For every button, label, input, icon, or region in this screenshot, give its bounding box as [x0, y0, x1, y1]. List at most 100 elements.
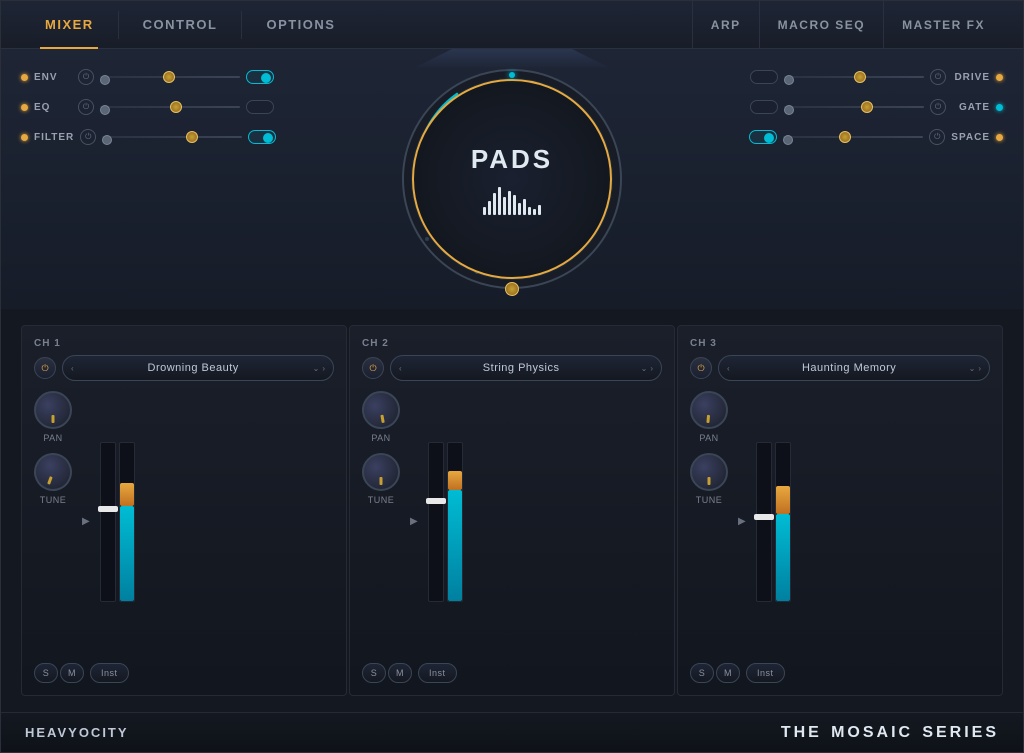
- ch1-meter-bar: [119, 442, 135, 602]
- gate-power-btn[interactable]: ⏻: [930, 99, 946, 115]
- space-slider[interactable]: [783, 136, 923, 138]
- env-row: ENV ⏻: [21, 69, 276, 85]
- ch2-body: PAN TUNE ▶: [362, 391, 662, 653]
- ch2-pan-knob[interactable]: [359, 388, 403, 432]
- env-slider-knob[interactable]: [163, 71, 175, 83]
- ch3-tune-knob[interactable]: [690, 453, 728, 491]
- ch1-prev-arrow[interactable]: ‹: [71, 364, 74, 373]
- drive-led: [996, 74, 1003, 81]
- nav-item-options[interactable]: OPTIONS: [242, 1, 359, 49]
- drive-toggle-left[interactable]: [750, 70, 778, 84]
- ch2-power-btn[interactable]: ⏻: [362, 357, 384, 379]
- ch1-pan-label: PAN: [43, 433, 62, 443]
- ch3-fader-handle[interactable]: [754, 514, 774, 520]
- ch1-preset-name: Drowning Beauty: [148, 362, 239, 374]
- filter-power-btn[interactable]: ⏻: [80, 129, 96, 145]
- ch1-tune-wrap: TUNE: [34, 453, 72, 505]
- eq-power-btn[interactable]: ⏻: [78, 99, 94, 115]
- filter-slider[interactable]: [102, 136, 242, 138]
- filter-row: FILTER ⏻: [21, 129, 276, 145]
- ch3-power-btn[interactable]: ⏻: [690, 357, 712, 379]
- ch1-meter-amber: [120, 483, 134, 507]
- ch3-inst-btn[interactable]: Inst: [746, 663, 785, 683]
- ch1-play-btn[interactable]: ▶: [82, 516, 94, 528]
- ch1-fader-handle[interactable]: [98, 506, 118, 512]
- mosaic-logo: THE MOSAIC SERIES: [781, 724, 999, 742]
- gate-led: [996, 104, 1003, 111]
- ch2-tune-wrap: TUNE: [362, 453, 400, 505]
- drive-power-btn[interactable]: ⏻: [930, 69, 946, 85]
- space-toggle-left[interactable]: [749, 130, 777, 144]
- ch3-knob-section: PAN TUNE: [690, 391, 728, 653]
- filter-slider-knob[interactable]: [186, 131, 198, 143]
- space-slider-knob[interactable]: [839, 131, 851, 143]
- nav-item-master-fx[interactable]: MASTER FX: [883, 1, 1003, 49]
- ch1-preset-selector[interactable]: ‹ Drowning Beauty ⌄ ›: [62, 355, 334, 381]
- gate-toggle-left[interactable]: [750, 100, 778, 114]
- ch3-preset-selector[interactable]: ‹ Haunting Memory ⌄ ›: [718, 355, 990, 381]
- ch1-mute-btn[interactable]: M: [60, 663, 84, 683]
- eq-label: EQ: [34, 102, 72, 113]
- env-toggle[interactable]: [246, 70, 274, 84]
- nav-item-mixer[interactable]: MIXER: [21, 1, 118, 49]
- env-power-btn[interactable]: ⏻: [78, 69, 94, 85]
- ch3-dropdown-arrow[interactable]: ⌄: [969, 364, 976, 373]
- ch2-header: CH 2 ⏻ ‹ String Physics ⌄ ›: [362, 338, 662, 381]
- ch2-next-arrow[interactable]: ›: [650, 364, 653, 373]
- ch1-fader-section: ▶: [82, 391, 334, 653]
- ch3-meter-bar: [775, 442, 791, 602]
- ch2-tune-label: TUNE: [368, 495, 395, 505]
- ch2-pan-label: PAN: [371, 433, 390, 443]
- top-nav: MIXER CONTROL OPTIONS ARP MACRO SEQ MAST…: [1, 1, 1023, 49]
- ch3-pan-wrap: PAN: [690, 391, 728, 443]
- ch2-prev-arrow[interactable]: ‹: [399, 364, 402, 373]
- filter-toggle[interactable]: [248, 130, 276, 144]
- ch3-fader-track[interactable]: [756, 442, 772, 602]
- space-led: [996, 134, 1003, 141]
- ch2-mute-btn[interactable]: M: [388, 663, 412, 683]
- ch2-preset-selector[interactable]: ‹ String Physics ⌄ ›: [390, 355, 662, 381]
- drive-slider[interactable]: [784, 76, 924, 78]
- ch2-meter-bar: [447, 442, 463, 602]
- gate-slider[interactable]: [784, 106, 924, 108]
- ch3-pan-knob[interactable]: [688, 389, 729, 430]
- right-controls: ⏻ DRIVE ⏻ GATE: [749, 69, 1003, 145]
- ch1-fader-track[interactable]: [100, 442, 116, 602]
- ch2-solo-btn[interactable]: S: [362, 663, 386, 683]
- space-label: SPACE: [951, 132, 990, 143]
- ch1-solo-btn[interactable]: S: [34, 663, 58, 683]
- ch3-next-arrow[interactable]: ›: [978, 364, 981, 373]
- ch1-dropdown-arrow[interactable]: ⌄: [313, 364, 320, 373]
- eq-slider[interactable]: [100, 106, 240, 108]
- ch1-pan-knob[interactable]: [34, 391, 72, 429]
- bottom-knob[interactable]: [505, 282, 519, 296]
- ch2-play-btn[interactable]: ▶: [410, 516, 422, 528]
- ch3-mute-btn[interactable]: M: [716, 663, 740, 683]
- env-slider[interactable]: [100, 76, 240, 78]
- filter-label: FILTER: [34, 132, 74, 143]
- ch3-tune-label: TUNE: [696, 495, 723, 505]
- nav-item-macro-seq[interactable]: MACRO SEQ: [759, 1, 884, 49]
- ch1-tune-knob[interactable]: [29, 448, 78, 497]
- drive-slider-knob[interactable]: [854, 71, 866, 83]
- ch2-inst-btn[interactable]: Inst: [418, 663, 457, 683]
- eq-toggle[interactable]: [246, 100, 274, 114]
- ch3-play-btn[interactable]: ▶: [738, 516, 750, 528]
- gate-slider-knob[interactable]: [861, 101, 873, 113]
- ch2-meter-cyan: [448, 490, 462, 601]
- ch2-dropdown-arrow[interactable]: ⌄: [641, 364, 648, 373]
- eq-slider-knob[interactable]: [170, 101, 182, 113]
- ch3-prev-arrow[interactable]: ‹: [727, 364, 730, 373]
- filter-led: [21, 134, 28, 141]
- ch1-next-arrow[interactable]: ›: [322, 364, 325, 373]
- ch1-inst-btn[interactable]: Inst: [90, 663, 129, 683]
- ch2-fader-track[interactable]: [428, 442, 444, 602]
- nav-item-arp[interactable]: ARP: [692, 1, 759, 49]
- ch2-fader-handle[interactable]: [426, 498, 446, 504]
- ch3-solo-btn[interactable]: S: [690, 663, 714, 683]
- nav-item-control[interactable]: CONTROL: [119, 1, 242, 49]
- ch2-tune-knob[interactable]: [362, 453, 400, 491]
- ch1-power-btn[interactable]: ⏻: [34, 357, 56, 379]
- ch1-tune-label: TUNE: [40, 495, 67, 505]
- space-power-btn[interactable]: ⏻: [929, 129, 945, 145]
